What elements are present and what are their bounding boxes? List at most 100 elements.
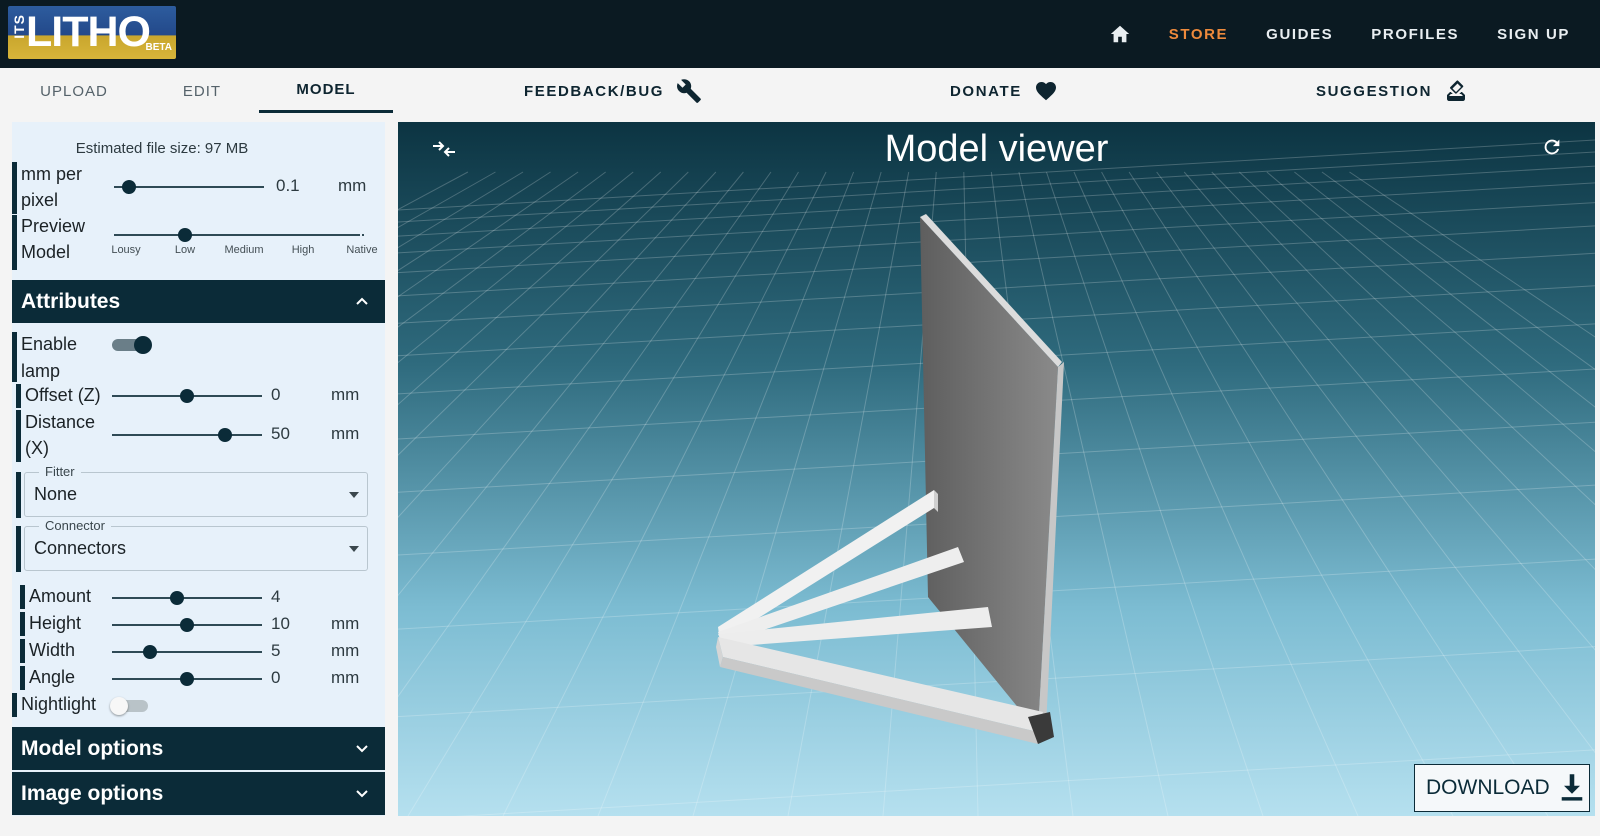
fitter-value: None bbox=[34, 484, 78, 504]
row-accent-bar bbox=[16, 472, 21, 518]
offset-z-slider[interactable] bbox=[112, 389, 262, 403]
preview-tick-label[interactable]: Medium bbox=[224, 244, 263, 256]
height-value: 10 bbox=[271, 614, 290, 633]
nightlight-row: Nightlight bbox=[12, 693, 385, 717]
row-accent-bar bbox=[12, 215, 17, 270]
mm-per-pixel-value: 0.1 bbox=[276, 176, 300, 195]
width-value: 5 bbox=[271, 641, 281, 660]
connector-legend: Connector bbox=[39, 518, 111, 533]
nav-guides[interactable]: GUIDES bbox=[1266, 26, 1333, 43]
width-unit: mm bbox=[331, 641, 360, 660]
toggle-thumb bbox=[134, 336, 152, 354]
amount-value: 4 bbox=[271, 587, 281, 606]
model-viewer[interactable]: Model viewer DOWNLOAD bbox=[398, 122, 1595, 816]
enable-lamp-row: Enable lamp bbox=[12, 332, 385, 382]
logo-its-text: ITS bbox=[11, 14, 27, 39]
dropdown-caret-icon bbox=[349, 546, 359, 552]
angle-label: Angle bbox=[29, 667, 76, 687]
preview-model-slider-thumb[interactable] bbox=[178, 228, 192, 242]
suggestion-button[interactable]: SUGGESTION bbox=[1316, 76, 1468, 106]
enable-lamp-label-1: Enable bbox=[21, 334, 78, 354]
enable-lamp-toggle[interactable] bbox=[112, 336, 152, 354]
nav-profiles[interactable]: PROFILES bbox=[1371, 26, 1459, 43]
height-row: Height 10 mm bbox=[12, 612, 385, 636]
nav-store[interactable]: STORE bbox=[1169, 26, 1228, 43]
image-options-title: Image options bbox=[21, 781, 164, 805]
height-label: Height bbox=[29, 613, 82, 633]
preview-tick-mark bbox=[244, 234, 246, 236]
amount-slider[interactable] bbox=[112, 591, 262, 605]
distance-x-slider-thumb[interactable] bbox=[217, 428, 232, 442]
download-button[interactable]: DOWNLOAD bbox=[1414, 764, 1590, 812]
tab-edit[interactable]: EDIT bbox=[140, 68, 264, 114]
logo-text: LITHO bbox=[26, 8, 151, 56]
donate-button[interactable]: DONATE bbox=[950, 76, 1058, 106]
preview-tick-mark bbox=[303, 234, 305, 236]
chevron-down-icon bbox=[356, 745, 368, 753]
row-accent-bar bbox=[12, 693, 17, 717]
home-icon[interactable] bbox=[1109, 23, 1131, 45]
preview-tick-label[interactable]: High bbox=[292, 244, 315, 256]
tab-upload[interactable]: UPLOAD bbox=[12, 68, 136, 114]
dropdown-caret-icon bbox=[349, 492, 359, 498]
distance-x-value: 50 bbox=[271, 424, 290, 443]
connector-row: Connector Connectors bbox=[12, 518, 385, 572]
logo[interactable]: ITS LITHO BETA bbox=[8, 6, 176, 59]
estimated-file-size: Estimated file size: 97 MB bbox=[75, 140, 249, 157]
width-slider[interactable] bbox=[112, 645, 262, 659]
top-bar: ITS LITHO BETA STORE GUIDES PROFILES SIG… bbox=[0, 0, 1600, 68]
distance-x-label-1: Distance bbox=[25, 412, 96, 432]
preview-tick-label[interactable]: Low bbox=[175, 244, 195, 256]
angle-slider-thumb[interactable] bbox=[180, 672, 194, 686]
preview-tick-mark bbox=[126, 234, 128, 236]
refresh-icon[interactable] bbox=[1541, 136, 1563, 158]
chevron-down-icon bbox=[356, 790, 368, 798]
fitter-legend: Fitter bbox=[39, 464, 81, 479]
connector-select[interactable]: Connector Connectors bbox=[24, 518, 368, 571]
row-accent-bar bbox=[16, 410, 21, 462]
mm-per-pixel-slider-thumb[interactable] bbox=[122, 180, 136, 194]
download-label: DOWNLOAD bbox=[1426, 776, 1550, 799]
viewer-canvas[interactable] bbox=[398, 122, 1595, 816]
heart-icon bbox=[1035, 82, 1056, 101]
height-slider[interactable] bbox=[112, 618, 262, 632]
feedback-bug-label: FEEDBACK/BUG bbox=[524, 82, 665, 100]
download-icon bbox=[1561, 774, 1582, 801]
model-options-title: Model options bbox=[21, 736, 164, 760]
row-accent-bar bbox=[20, 612, 25, 636]
distance-x-slider[interactable] bbox=[112, 428, 262, 442]
mm-per-pixel-slider[interactable] bbox=[114, 180, 264, 194]
attributes-title: Attributes bbox=[21, 289, 121, 313]
settings-panel: Estimated file size: 97 MB mm per pixel … bbox=[12, 122, 385, 816]
preview-model-slider[interactable] bbox=[114, 228, 364, 242]
nav-sign-up[interactable]: SIGN UP bbox=[1497, 26, 1570, 43]
preview-model-label-2: Model bbox=[21, 242, 71, 262]
feedback-bug-button[interactable]: FEEDBACK/BUG bbox=[524, 76, 702, 106]
amount-row: Amount 4 bbox=[12, 585, 385, 609]
preview-model-row: Preview Model Lousy Low Medium High Native bbox=[12, 215, 385, 270]
toggle-thumb bbox=[110, 697, 128, 715]
row-accent-bar bbox=[20, 585, 25, 609]
row-accent-bar bbox=[16, 526, 21, 572]
preview-tick-label[interactable]: Lousy bbox=[111, 244, 140, 256]
height-slider-thumb[interactable] bbox=[180, 618, 194, 632]
wrench-icon bbox=[677, 79, 701, 103]
attributes-section-header[interactable]: Attributes bbox=[12, 280, 385, 323]
preview-tick-mark bbox=[362, 234, 364, 236]
width-slider-thumb[interactable] bbox=[142, 645, 157, 659]
fitter-select[interactable]: Fitter None bbox=[24, 464, 368, 517]
preview-model-label-1: Preview bbox=[21, 216, 86, 236]
nightlight-label: Nightlight bbox=[21, 694, 97, 714]
image-options-section-header[interactable]: Image options bbox=[12, 772, 385, 815]
angle-slider[interactable] bbox=[112, 672, 262, 686]
model-options-section-header[interactable]: Model options bbox=[12, 727, 385, 770]
distance-x-row: Distance (X) 50 mm bbox=[12, 410, 385, 462]
amount-slider-thumb[interactable] bbox=[169, 591, 184, 605]
main-nav: STORE GUIDES PROFILES SIGN UP bbox=[1109, 0, 1570, 68]
collapse-icon[interactable] bbox=[430, 138, 458, 160]
tab-model[interactable]: MODEL bbox=[259, 68, 393, 113]
preview-tick-label[interactable]: Native bbox=[346, 244, 377, 256]
nightlight-toggle[interactable] bbox=[110, 697, 148, 715]
offset-z-slider-thumb[interactable] bbox=[180, 389, 194, 403]
fitter-row: Fitter None bbox=[12, 464, 385, 518]
